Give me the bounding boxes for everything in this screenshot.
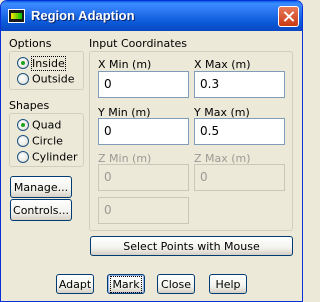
z-max-input: 0 (194, 164, 285, 191)
shape-circle-radio[interactable]: Circle (17, 134, 63, 148)
shape-quad-label: Quad (32, 118, 62, 132)
select-points-button-label: Select Points with Mouse (123, 239, 260, 253)
radio-unchecked-icon (17, 135, 29, 147)
help-button[interactable]: Help (209, 274, 247, 294)
options-group: Inside Outside (9, 51, 84, 90)
option-inside-radio[interactable]: Inside (17, 55, 66, 71)
radio-unchecked-icon (17, 151, 29, 163)
radio-checked-icon (17, 57, 29, 69)
manage-button[interactable]: Manage... (10, 176, 72, 198)
input-coordinates-label: Input Coordinates (89, 37, 188, 50)
radio-unchecked-icon (17, 73, 29, 85)
close-button[interactable]: Close (157, 274, 195, 294)
controls-button[interactable]: Controls... (10, 199, 72, 221)
option-outside-radio[interactable]: Outside (17, 72, 74, 86)
help-button-label: Help (215, 277, 241, 291)
title-bar[interactable]: Region Adaption (1, 1, 302, 31)
select-points-button[interactable]: Select Points with Mouse (90, 236, 293, 256)
adapt-button[interactable]: Adapt (56, 274, 94, 294)
y-max-input[interactable]: 0.5 (194, 118, 285, 145)
region-adaption-dialog: Region Adaption Options Inside Outside S… (0, 0, 303, 302)
x-min-input[interactable]: 0 (98, 71, 189, 98)
z-min-input: 0 (98, 164, 189, 191)
x-min-label: X Min (m) (98, 58, 152, 71)
mark-button-label: Mark (110, 275, 142, 293)
shape-quad-radio[interactable]: Quad (17, 118, 61, 132)
radio-checked-icon (17, 119, 29, 131)
shapes-group: Quad Circle Cylinder (9, 113, 84, 167)
options-label: Options (9, 37, 52, 50)
controls-button-label: Controls... (13, 203, 69, 217)
close-button-label: Close (161, 277, 191, 291)
shape-cylinder-label: Cylinder (32, 150, 78, 164)
option-inside-label: Inside (31, 55, 66, 71)
radius-input: 0 (98, 197, 189, 224)
window-title: Region Adaption (31, 8, 135, 23)
x-max-label: X Max (m) (194, 58, 251, 71)
y-min-input[interactable]: 0 (98, 118, 189, 145)
adapt-button-label: Adapt (58, 277, 92, 291)
shape-cylinder-radio[interactable]: Cylinder (17, 150, 78, 164)
app-icon (8, 9, 25, 23)
x-max-input[interactable]: 0.3 (194, 71, 285, 98)
shapes-label: Shapes (9, 99, 50, 112)
shape-circle-label: Circle (32, 134, 63, 148)
mark-button[interactable]: Mark (107, 274, 145, 294)
option-outside-label: Outside (32, 72, 75, 86)
close-window-button[interactable] (278, 6, 299, 27)
manage-button-label: Manage... (13, 180, 69, 194)
